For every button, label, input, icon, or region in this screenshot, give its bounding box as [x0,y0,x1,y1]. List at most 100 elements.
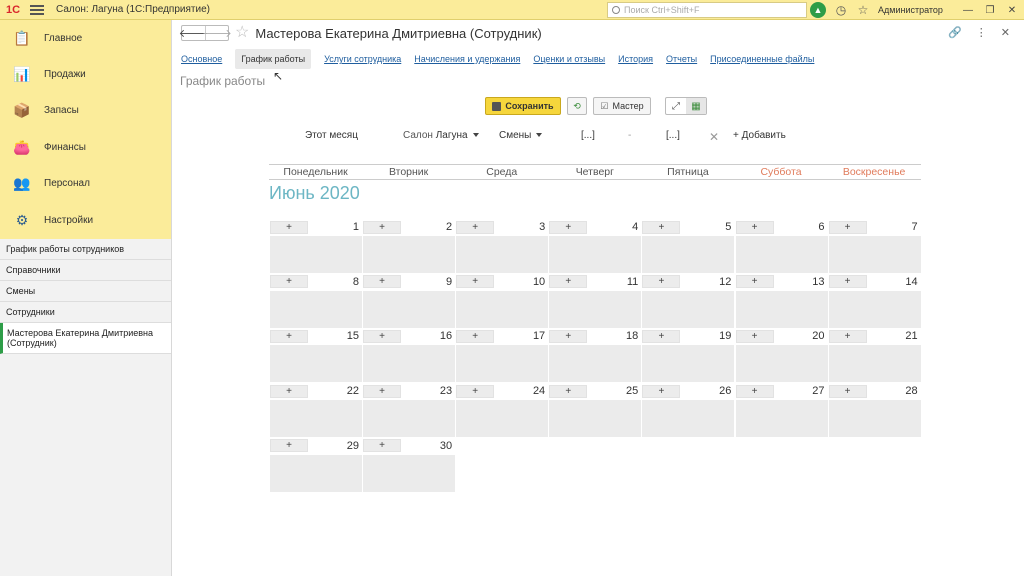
open-window-item[interactable]: Мастерова Екатерина Дмитриевна (Сотрудни… [0,323,171,354]
day-cell[interactable]: +23 [363,384,456,438]
add-shift-button[interactable]: + [549,275,588,289]
salon-select[interactable]: Салон Лагуна [403,130,479,141]
add-shift-button[interactable]: + [735,220,774,234]
day-body[interactable] [270,454,362,492]
add-shift-button[interactable]: + [549,329,588,343]
tab-3[interactable]: Начисления и удержания [414,49,520,69]
add-shift-button[interactable]: + [270,384,308,398]
favorite-star-icon[interactable]: ☆ [235,25,249,41]
day-body[interactable] [735,400,828,438]
day-cell[interactable]: +24 [456,384,549,438]
day-body[interactable] [456,400,549,438]
day-body[interactable] [363,290,456,328]
add-button[interactable]: + Добавить [733,130,786,141]
history-icon[interactable]: ◷ [834,3,848,17]
section-5[interactable]: ⚙ Настройки [0,202,171,238]
day-body[interactable] [549,400,642,438]
day-cell[interactable]: +10 [456,275,549,328]
day-cell[interactable]: +12 [642,275,735,328]
tab-2[interactable]: Услуги сотрудника [324,49,401,69]
nav-item-catalogs[interactable]: Справочники [0,260,171,281]
add-shift-button[interactable]: + [735,275,774,289]
add-shift-button[interactable]: + [363,329,402,343]
day-cell[interactable]: +3 [456,220,549,273]
day-body[interactable] [642,400,735,438]
add-shift-button[interactable]: + [270,329,308,343]
day-cell[interactable]: +16 [363,329,456,383]
tab-1[interactable]: График работы [235,49,312,69]
current-user[interactable]: Администратор [878,5,943,15]
day-body[interactable] [828,345,921,383]
day-cell[interactable]: +19 [642,329,735,383]
add-shift-button[interactable]: + [735,384,774,398]
day-cell[interactable]: +11 [549,275,642,328]
forward-arrow-icon[interactable]: 🡒 [202,26,232,40]
day-cell[interactable]: +30 [363,439,456,492]
master-button[interactable]: ☑ Мастер [593,97,651,115]
section-2[interactable]: 📦 Запасы [0,93,171,129]
close-form-icon[interactable]: ✕ [1001,26,1010,39]
nav-item-employees[interactable]: Сотрудники [0,302,171,323]
day-body[interactable] [363,454,456,492]
add-shift-button[interactable]: + [828,220,867,234]
day-body[interactable] [735,236,828,273]
day-cell[interactable]: +15 [270,329,362,383]
add-shift-button[interactable]: + [549,384,588,398]
shifts-select[interactable]: Смены [499,130,543,141]
day-body[interactable] [363,345,456,383]
app-logo[interactable]: 1С [0,0,26,20]
nav-item-employee-schedule[interactable]: График работы сотрудников [0,239,171,260]
favorites-star-icon[interactable]: ☆ [856,3,870,17]
notifications-icon[interactable]: ▲ [810,2,826,18]
day-cell[interactable]: +25 [549,384,642,438]
day-cell[interactable]: +7 [828,220,921,273]
add-shift-button[interactable]: + [642,220,681,234]
refresh-button[interactable]: ⟲ [567,97,587,115]
day-body[interactable] [456,290,549,328]
tab-7[interactable]: Присоединенные файлы [710,49,814,69]
add-shift-button[interactable]: + [363,439,402,453]
section-4[interactable]: 👥 Персонал [0,166,171,202]
tab-4[interactable]: Оценки и отзывы [533,49,605,69]
day-body[interactable] [642,236,735,273]
day-body[interactable] [828,400,921,438]
day-body[interactable] [270,345,362,383]
day-cell[interactable]: +26 [642,384,735,438]
add-shift-button[interactable]: + [363,220,402,234]
day-body[interactable] [642,290,735,328]
grid-view-icon[interactable]: ▦ [686,98,706,114]
add-shift-button[interactable]: + [363,275,402,289]
add-shift-button[interactable]: + [456,329,495,343]
day-cell[interactable]: +6 [735,220,828,273]
day-cell[interactable]: +28 [828,384,921,438]
close-icon[interactable]: ✕ [1003,3,1021,17]
date-from-field[interactable]: [...] [581,130,595,141]
more-icon[interactable]: ⋮ [976,26,987,39]
day-cell[interactable]: +4 [549,220,642,273]
add-shift-button[interactable]: + [642,329,681,343]
day-body[interactable] [270,290,362,328]
search-input[interactable]: Поиск Ctrl+Shift+F [607,2,807,18]
add-shift-button[interactable]: + [735,329,774,343]
add-shift-button[interactable]: + [456,220,495,234]
day-cell[interactable]: +17 [456,329,549,383]
add-shift-button[interactable]: + [270,220,308,234]
add-shift-button[interactable]: + [642,275,681,289]
section-0[interactable]: 📋 Главное [0,20,171,56]
day-cell[interactable]: +21 [828,329,921,383]
day-cell[interactable]: +20 [735,329,828,383]
day-cell[interactable]: +5 [642,220,735,273]
day-body[interactable] [456,345,549,383]
date-to-field[interactable]: [...] [666,130,680,141]
day-cell[interactable]: +22 [270,384,362,438]
tab-0[interactable]: Основное [181,49,222,69]
day-body[interactable] [270,400,362,438]
day-cell[interactable]: +27 [735,384,828,438]
day-body[interactable] [549,345,642,383]
day-cell[interactable]: +18 [549,329,642,383]
day-cell[interactable]: +29 [270,439,362,492]
section-3[interactable]: 👛 Финансы [0,129,171,165]
add-shift-button[interactable]: + [828,329,867,343]
day-body[interactable] [828,236,921,273]
link-icon[interactable]: 🔗 [948,26,962,39]
